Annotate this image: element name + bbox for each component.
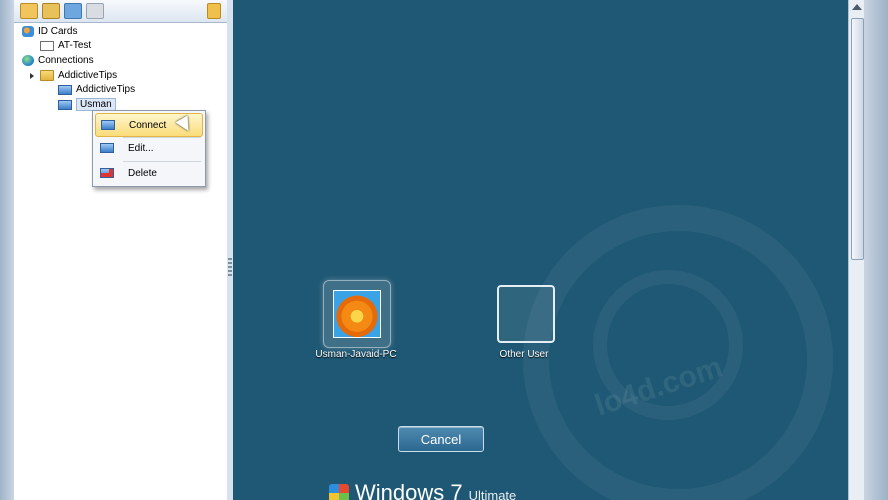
new-dropdown-icon[interactable] — [20, 3, 38, 19]
window-right-frame — [864, 0, 888, 500]
user-tile-other-user[interactable] — [497, 285, 555, 343]
tree-item-label: AddictiveTips — [76, 84, 136, 95]
connections-pane: ID Cards AT-Test Connections AddictiveTi… — [14, 0, 228, 500]
vertical-scrollbar[interactable] — [848, 0, 865, 500]
lock-icon[interactable] — [207, 3, 221, 19]
os-edition: Ultimate — [468, 488, 517, 500]
windows-logo-icon — [329, 484, 349, 500]
menu-item-edit[interactable]: Edit... — [95, 137, 201, 159]
tree-item-label: ID Cards — [38, 26, 78, 37]
scroll-up-arrow-icon[interactable] — [852, 4, 862, 10]
id-cards-icon — [22, 26, 34, 37]
menu-item-label: Connect — [129, 119, 167, 131]
tree-item-label: AddictiveTips — [58, 70, 118, 81]
tree-item-label: Connections — [38, 55, 94, 66]
tree-item-addictivetips-folder[interactable]: AddictiveTips — [30, 70, 117, 81]
tree-item-id-cards[interactable]: ID Cards — [22, 26, 77, 37]
delete-icon — [100, 168, 114, 178]
user-tile-usman-javaid-pc[interactable] — [323, 280, 391, 348]
scrollbar-thumb[interactable] — [851, 18, 864, 260]
remote-desktop-icon — [58, 99, 72, 110]
edit-icon — [100, 143, 114, 153]
id-card-icon — [40, 40, 54, 51]
splitter-grip-icon[interactable] — [228, 258, 232, 276]
window-left-frame — [0, 0, 14, 500]
tree-item-label: AT-Test — [58, 40, 92, 51]
tree-item-at-test[interactable]: AT-Test — [40, 40, 91, 51]
folder-icon — [40, 70, 54, 81]
os-name: Windows 7 — [355, 480, 463, 500]
globe-icon — [22, 55, 34, 66]
connect-icon — [101, 120, 115, 130]
remote-desktop-icon — [58, 84, 72, 95]
menu-item-label: Delete — [128, 167, 157, 179]
menu-item-delete[interactable]: Delete — [95, 162, 201, 184]
windows-branding: Windows 7 Ultimate — [329, 480, 516, 500]
new-connection-icon[interactable] — [64, 3, 82, 19]
remote-desktop-view[interactable]: lo4d.com Usman-Javaid-PC Other User Canc… — [233, 0, 848, 500]
tree-item-connections[interactable]: Connections — [22, 55, 94, 66]
flower-avatar-icon — [333, 290, 381, 338]
cancel-button[interactable]: Cancel — [398, 426, 484, 452]
user-tile-label: Usman-Javaid-PC — [315, 349, 397, 360]
tree-item-addictivetips-connection[interactable]: AddictiveTips — [58, 84, 135, 95]
menu-item-label: Edit... — [128, 142, 154, 154]
new-folder-icon[interactable] — [42, 3, 60, 19]
toolbar — [14, 0, 227, 23]
properties-icon[interactable] — [86, 3, 104, 19]
expand-arrow-icon[interactable] — [30, 72, 36, 79]
other-user-label: Other User — [499, 349, 549, 360]
